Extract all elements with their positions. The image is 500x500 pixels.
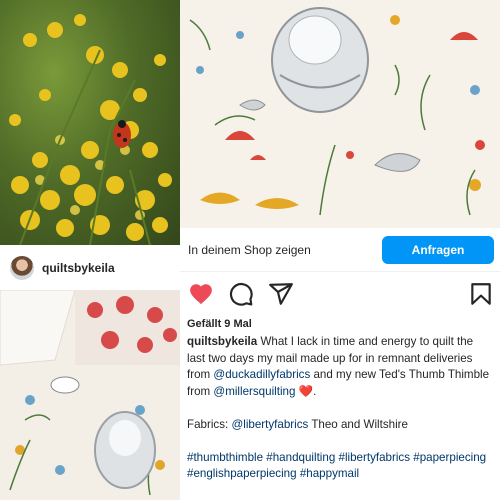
hashtag-link[interactable]: #paperpiecing — [413, 451, 486, 464]
fabrics-label: Fabrics: — [187, 417, 229, 431]
goldenrod-illustration — [9, 14, 172, 245]
mention-link[interactable]: @millersquilting — [213, 385, 295, 398]
heart-emoji-icon: ❤️ — [298, 384, 314, 398]
left-post-header[interactable]: quiltsbykeila — [0, 245, 180, 290]
hashtag-link[interactable]: #happymail — [300, 467, 359, 480]
thimble-fabric-illustration-small — [0, 290, 180, 500]
caption-text: . — [313, 384, 317, 398]
thimble-fabric-photo-small[interactable] — [0, 290, 180, 500]
avatar[interactable] — [10, 255, 34, 280]
likes-count[interactable]: Gefällt 9 Mal — [187, 318, 252, 330]
fabrics-names: Theo and Wiltshire — [311, 417, 408, 431]
mention-link[interactable]: @libertyfabrics — [231, 418, 308, 431]
hashtag-link[interactable]: #libertyfabrics — [339, 451, 411, 464]
caption-username[interactable]: quiltsbykeila — [187, 335, 257, 348]
inquire-button[interactable]: Anfragen — [382, 235, 494, 264]
heart-filled-icon[interactable] — [188, 281, 214, 307]
send-paper-plane-icon[interactable] — [268, 281, 294, 307]
thimble-fabric-photo[interactable] — [180, 0, 500, 228]
profile-username[interactable]: quiltsbykeila — [42, 261, 115, 275]
shop-cta-label[interactable]: In deinem Shop zeigen — [188, 243, 311, 257]
goldenrod-photo[interactable] — [0, 0, 180, 245]
hashtag-link[interactable]: #englishpaperpiecing — [187, 467, 297, 480]
post-action-row — [180, 281, 500, 309]
bookmark-icon[interactable] — [468, 281, 494, 307]
thimble-fabric-illustration — [180, 0, 500, 228]
hashtag-link[interactable]: #handquilting — [266, 451, 335, 464]
shop-cta-bar[interactable]: In deinem Shop zeigen Anfragen — [180, 228, 500, 272]
post-caption: quiltsbykeila What I lack in time and en… — [187, 334, 493, 483]
mention-link[interactable]: @duckadillyfabrics — [213, 368, 310, 381]
hashtag-link[interactable]: #thumbthimble — [187, 451, 263, 464]
comment-bubble-icon[interactable] — [228, 281, 254, 307]
